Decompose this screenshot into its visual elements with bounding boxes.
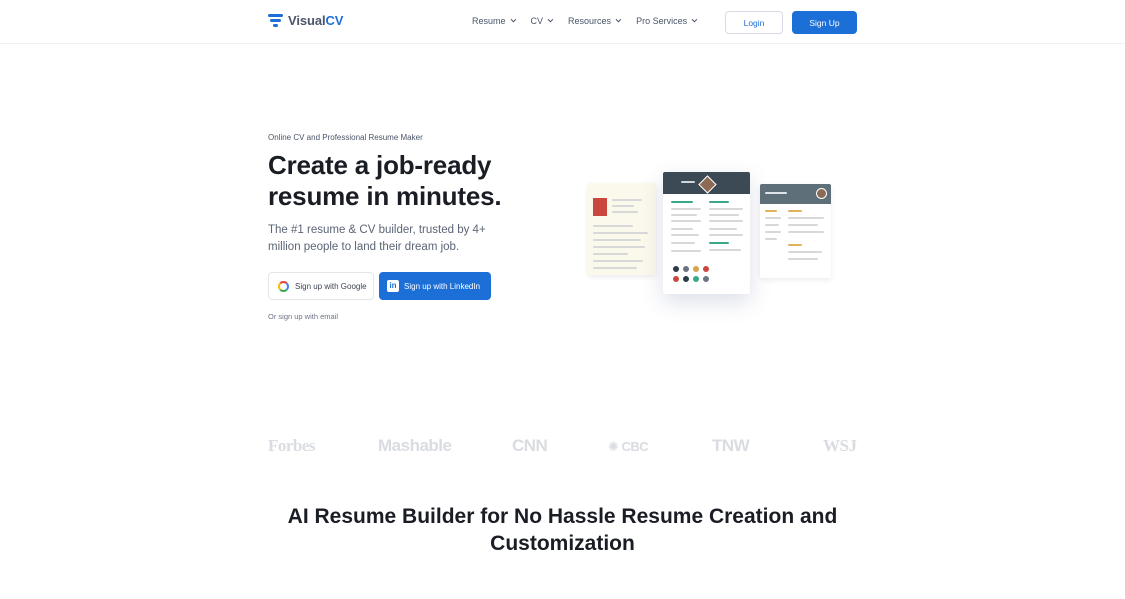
google-signup-button[interactable]: Sign up with Google: [268, 272, 374, 300]
press-logo-tnw: TNW: [712, 436, 750, 455]
site-header: VisualCV Resume CV Resources Pro Service…: [0, 0, 1125, 44]
press-logo-forbes: Forbes: [268, 436, 316, 455]
nav-resources[interactable]: Resources: [568, 16, 622, 26]
chevron-down-icon: [615, 16, 622, 23]
signup-button[interactable]: Sign Up: [792, 11, 857, 34]
press-logo-mashable: Mashable: [378, 436, 452, 455]
email-signup-link[interactable]: Or sign up with email: [268, 312, 338, 321]
nav-resume[interactable]: Resume: [472, 16, 516, 26]
hero-subtitle: The #1 resume & CV builder, trusted by 4…: [268, 224, 486, 253]
cbc-icon: ✺: [608, 439, 622, 454]
resume-preview-left: [588, 183, 656, 275]
press-logo-wsj: WSJ: [823, 436, 857, 455]
section-title: AI Resume Builder for No Hassle Resume C…: [287, 505, 838, 555]
linkedin-signup-button[interactable]: in Sign up with LinkedIn: [379, 272, 491, 300]
visualcv-logo[interactable]: VisualCV: [268, 13, 343, 28]
resume-preview-right: [760, 184, 831, 278]
chevron-down-icon: [510, 16, 516, 23]
press-logo-cnn: CNN: [512, 436, 548, 455]
main-nav: Resume CV Resources Pro Services: [472, 16, 698, 26]
nav-cv[interactable]: CV: [531, 16, 554, 26]
hero-title: Create a job-ready resume in minutes.: [268, 150, 502, 211]
press-logo-cbc: ✺ CBC: [608, 439, 649, 454]
linkedin-icon: in: [387, 280, 399, 292]
nav-pro-services[interactable]: Pro Services: [636, 16, 698, 26]
hero-eyebrow: Online CV and Professional Resume Maker: [268, 133, 423, 142]
logo-icon: [268, 13, 283, 28]
login-button[interactable]: Login: [725, 11, 783, 34]
resume-preview-main: [663, 172, 750, 294]
chevron-down-icon: [691, 16, 698, 23]
chevron-down-icon: [547, 16, 554, 23]
logo-text: VisualCV: [288, 13, 344, 28]
google-icon: [278, 280, 289, 292]
